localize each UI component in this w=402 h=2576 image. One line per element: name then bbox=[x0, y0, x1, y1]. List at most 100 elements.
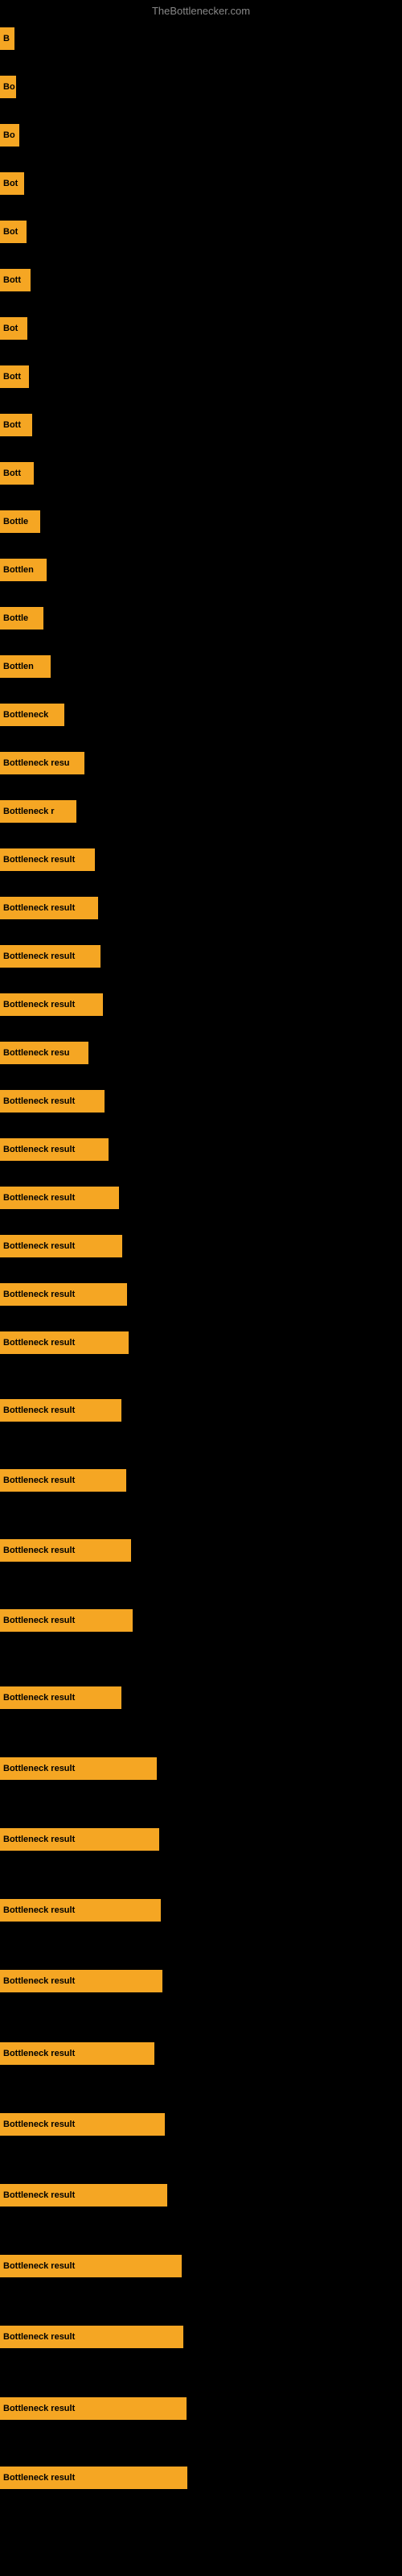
bar-row-4: Bot bbox=[0, 167, 32, 200]
bar-6[interactable]: Bott bbox=[0, 269, 31, 291]
bar-30[interactable]: Bottleneck result bbox=[0, 1469, 126, 1492]
bar-row-15: Bottleneck bbox=[0, 699, 72, 731]
bar-39[interactable]: Bottleneck result bbox=[0, 2113, 165, 2136]
bar-38[interactable]: Bottleneck result bbox=[0, 2042, 154, 2065]
bar-label-17: Bottleneck r bbox=[3, 807, 55, 816]
bar-4[interactable]: Bot bbox=[0, 172, 24, 195]
bar-5[interactable]: Bot bbox=[0, 221, 27, 243]
bar-2[interactable]: Bo bbox=[0, 76, 16, 98]
bar-15[interactable]: Bottleneck bbox=[0, 704, 64, 726]
bar-row-2: Bo bbox=[0, 71, 24, 103]
bar-23[interactable]: Bottleneck result bbox=[0, 1090, 105, 1113]
bar-label-10: Bott bbox=[3, 469, 21, 478]
bar-28[interactable]: Bottleneck result bbox=[0, 1331, 129, 1354]
bar-label-13: Bottle bbox=[3, 613, 28, 623]
bar-20[interactable]: Bottleneck result bbox=[0, 945, 100, 968]
bar-row-28: Bottleneck result bbox=[0, 1327, 137, 1359]
bar-row-21: Bottleneck result bbox=[0, 989, 111, 1021]
bar-11[interactable]: Bottle bbox=[0, 510, 40, 533]
bar-label-2: Bo bbox=[3, 82, 15, 92]
bar-43[interactable]: Bottleneck result bbox=[0, 2397, 187, 2420]
bar-10[interactable]: Bott bbox=[0, 462, 34, 485]
bar-label-36: Bottleneck result bbox=[3, 1905, 75, 1915]
bar-row-13: Bottle bbox=[0, 602, 51, 634]
bar-label-3: Bo bbox=[3, 130, 15, 140]
bar-26[interactable]: Bottleneck result bbox=[0, 1235, 122, 1257]
bar-row-29: Bottleneck result bbox=[0, 1394, 129, 1426]
bar-29[interactable]: Bottleneck result bbox=[0, 1399, 121, 1422]
bar-row-22: Bottleneck resu bbox=[0, 1037, 96, 1069]
bar-14[interactable]: Bottlen bbox=[0, 655, 51, 678]
bar-label-4: Bot bbox=[3, 179, 18, 188]
bar-16[interactable]: Bottleneck resu bbox=[0, 752, 84, 774]
bar-row-10: Bott bbox=[0, 457, 42, 489]
bar-label-19: Bottleneck result bbox=[3, 903, 75, 913]
bar-22[interactable]: Bottleneck resu bbox=[0, 1042, 88, 1064]
bar-9[interactable]: Bott bbox=[0, 414, 32, 436]
bar-label-21: Bottleneck result bbox=[3, 1000, 75, 1009]
bar-row-40: Bottleneck result bbox=[0, 2179, 175, 2211]
bar-label-22: Bottleneck resu bbox=[3, 1048, 70, 1058]
bar-18[interactable]: Bottleneck result bbox=[0, 848, 95, 871]
bar-3[interactable]: Bo bbox=[0, 124, 19, 147]
bar-1[interactable]: B bbox=[0, 27, 14, 50]
bar-row-38: Bottleneck result bbox=[0, 2037, 162, 2070]
bar-row-33: Bottleneck result bbox=[0, 1682, 129, 1714]
bar-24[interactable]: Bottleneck result bbox=[0, 1138, 109, 1161]
bar-label-1: B bbox=[3, 34, 10, 43]
bar-row-26: Bottleneck result bbox=[0, 1230, 130, 1262]
bar-31[interactable]: Bottleneck result bbox=[0, 1539, 131, 1562]
bar-row-35: Bottleneck result bbox=[0, 1823, 167, 1856]
bar-37[interactable]: Bottleneck result bbox=[0, 1970, 162, 1992]
bar-33[interactable]: Bottleneck result bbox=[0, 1686, 121, 1709]
bar-32[interactable]: Bottleneck result bbox=[0, 1609, 133, 1632]
bar-44[interactable]: Bottleneck result bbox=[0, 2467, 187, 2489]
bar-row-19: Bottleneck result bbox=[0, 892, 106, 924]
bar-21[interactable]: Bottleneck result bbox=[0, 993, 103, 1016]
bar-row-43: Bottleneck result bbox=[0, 2392, 195, 2425]
bar-label-28: Bottleneck result bbox=[3, 1338, 75, 1348]
bar-row-34: Bottleneck result bbox=[0, 1752, 165, 1785]
bar-row-7: Bot bbox=[0, 312, 35, 345]
bar-41[interactable]: Bottleneck result bbox=[0, 2255, 182, 2277]
bar-row-6: Bott bbox=[0, 264, 39, 296]
bar-27[interactable]: Bottleneck result bbox=[0, 1283, 127, 1306]
bar-row-41: Bottleneck result bbox=[0, 2250, 190, 2282]
bar-row-16: Bottleneck resu bbox=[0, 747, 92, 779]
bar-row-9: Bott bbox=[0, 409, 40, 441]
bar-label-42: Bottleneck result bbox=[3, 2332, 75, 2342]
bar-label-20: Bottleneck result bbox=[3, 952, 75, 961]
bar-label-26: Bottleneck result bbox=[3, 1241, 75, 1251]
bar-label-6: Bott bbox=[3, 275, 21, 285]
bar-label-40: Bottleneck result bbox=[3, 2190, 75, 2200]
bar-40[interactable]: Bottleneck result bbox=[0, 2184, 167, 2207]
bar-row-5: Bot bbox=[0, 216, 35, 248]
bar-34[interactable]: Bottleneck result bbox=[0, 1757, 157, 1780]
bar-row-36: Bottleneck result bbox=[0, 1894, 169, 1926]
bar-label-34: Bottleneck result bbox=[3, 1764, 75, 1773]
bar-label-37: Bottleneck result bbox=[3, 1976, 75, 1986]
bar-label-29: Bottleneck result bbox=[3, 1406, 75, 1415]
bar-row-8: Bott bbox=[0, 361, 37, 393]
bar-label-9: Bott bbox=[3, 420, 21, 430]
bar-label-18: Bottleneck result bbox=[3, 855, 75, 865]
bar-12[interactable]: Bottlen bbox=[0, 559, 47, 581]
bar-row-11: Bottle bbox=[0, 506, 48, 538]
bar-17[interactable]: Bottleneck r bbox=[0, 800, 76, 823]
bar-25[interactable]: Bottleneck result bbox=[0, 1187, 119, 1209]
bar-label-30: Bottleneck result bbox=[3, 1476, 75, 1485]
bar-row-12: Bottlen bbox=[0, 554, 55, 586]
bar-label-43: Bottleneck result bbox=[3, 2404, 75, 2413]
bar-label-44: Bottleneck result bbox=[3, 2473, 75, 2483]
bar-label-38: Bottleneck result bbox=[3, 2049, 75, 2058]
bar-19[interactable]: Bottleneck result bbox=[0, 897, 98, 919]
bar-row-3: Bo bbox=[0, 119, 27, 151]
bar-label-14: Bottlen bbox=[3, 662, 34, 671]
bar-36[interactable]: Bottleneck result bbox=[0, 1899, 161, 1922]
bar-8[interactable]: Bott bbox=[0, 365, 29, 388]
bar-42[interactable]: Bottleneck result bbox=[0, 2326, 183, 2348]
bar-row-42: Bottleneck result bbox=[0, 2321, 191, 2353]
bar-35[interactable]: Bottleneck result bbox=[0, 1828, 159, 1851]
bar-13[interactable]: Bottle bbox=[0, 607, 43, 630]
bar-7[interactable]: Bot bbox=[0, 317, 27, 340]
